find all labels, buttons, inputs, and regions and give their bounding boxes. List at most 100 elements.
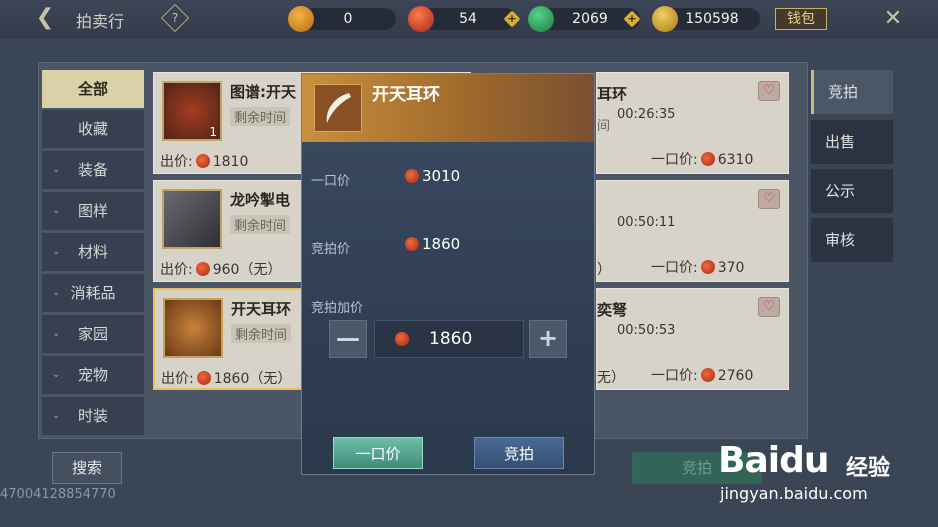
wallet-button[interactable]: 钱包	[775, 8, 827, 30]
currency-red-coin: 54	[420, 8, 516, 30]
category-label: 全部	[77, 80, 108, 98]
coin-icon	[405, 237, 419, 251]
category-label: 图样	[77, 202, 108, 220]
earring-icon	[314, 84, 362, 132]
coin-icon	[700, 152, 715, 166]
tab-label: 出售	[825, 133, 856, 151]
currency-gold-bag-value: 0	[343, 11, 353, 27]
currency-gold-bag: 0	[300, 8, 396, 30]
favorite-heart-icon[interactable]: ♡	[758, 297, 780, 317]
gold-ingot-icon	[652, 6, 678, 32]
category-materials[interactable]: ⌄ 材料	[42, 233, 144, 271]
plus-icon: +	[507, 12, 517, 25]
bid-price: 出价: 1810	[160, 151, 248, 171]
category-label: 装备	[77, 161, 108, 179]
chevron-down-icon: ⌄	[52, 328, 61, 339]
time-left-label: 剩余时间	[231, 324, 292, 343]
listing-card[interactable]: 耳环 间 00:26:35 一口价: 6310 ♡	[596, 72, 789, 174]
chevron-down-icon: ⌄	[52, 164, 61, 175]
buyout-price: 一口价: 2760	[651, 365, 753, 385]
jade-coin-icon	[528, 6, 554, 32]
tab-public[interactable]: 公示	[811, 169, 893, 213]
item-thumbnail	[163, 298, 223, 358]
item-name: 开天耳环	[231, 300, 292, 318]
listing-card[interactable]: 00:50:11 ） 一口价: 370 ♡	[596, 180, 789, 282]
coin-icon	[395, 332, 409, 346]
tab-bid[interactable]: 竞拍	[811, 70, 893, 114]
time-left-label: 剩余时间	[230, 107, 291, 126]
add-red-coin-button[interactable]: +	[503, 10, 521, 28]
tab-label: 竞拍	[828, 83, 859, 101]
currency-gold-ingot: 150598	[664, 8, 760, 30]
listing-card[interactable]: 奕弩 00:50:53 无） 一口价: 2760 ♡	[596, 288, 789, 390]
tab-sell[interactable]: 出售	[811, 120, 893, 164]
coin-icon	[195, 262, 210, 276]
close-icon[interactable]: ✕	[878, 4, 908, 34]
dialog-header: 开天耳环	[302, 74, 594, 142]
buyout-button[interactable]: 一口价	[333, 437, 423, 469]
category-equipment[interactable]: ⌄ 装备	[42, 151, 144, 189]
chevron-down-icon: ⌄	[52, 205, 61, 216]
plus-icon: +	[627, 12, 637, 25]
item-name: 耳环	[597, 85, 628, 103]
chevron-down-icon: ⌄	[52, 246, 61, 257]
tab-label: 公示	[825, 182, 856, 200]
item-name: 奕弩	[597, 301, 628, 319]
category-label: 材料	[77, 243, 108, 261]
time-left: 00:26:35	[617, 107, 676, 122]
category-label: 时装	[77, 407, 108, 425]
item-thumbnail: 1	[162, 81, 222, 141]
bid-value: 1810	[212, 154, 249, 170]
place-bid-button[interactable]: 竞拍	[474, 437, 564, 469]
buyout-label: 一口价:	[651, 152, 698, 168]
category-pets[interactable]: ⌄ 宠物	[42, 356, 144, 394]
item-count: 1	[209, 125, 217, 139]
decrease-button[interactable]: —	[329, 320, 367, 358]
category-label: 收藏	[77, 120, 108, 138]
category-fashion[interactable]: ⌄ 时装	[42, 397, 144, 435]
search-button[interactable]: 搜索	[52, 452, 122, 484]
bid-label: 出价:	[160, 154, 193, 170]
buyout-label: 一口价:	[651, 260, 698, 276]
bid-label: 出价:	[161, 371, 194, 387]
category-favorites[interactable]: 收藏	[42, 110, 144, 148]
item-thumbnail	[162, 189, 222, 249]
item-name: 龙吟掣电	[230, 191, 291, 209]
time-left: 00:50:11	[617, 215, 676, 230]
bid-amount-value: 1860	[429, 329, 473, 349]
favorite-heart-icon[interactable]: ♡	[758, 189, 780, 209]
coin-icon	[196, 371, 211, 385]
tab-review[interactable]: 审核	[811, 218, 893, 262]
category-all[interactable]: 全部	[42, 70, 144, 108]
watermark-url: jingyan.baidu.com	[720, 484, 868, 503]
increase-button[interactable]: +	[529, 320, 567, 358]
add-jade-coin-button[interactable]: +	[623, 10, 641, 28]
coin-icon	[700, 260, 715, 274]
currency-red-coin-value: 54	[459, 11, 477, 27]
currency-jade-coin-value: 2069	[572, 11, 608, 27]
buyout-price: 一口价: 370	[651, 257, 744, 277]
category-consumables[interactable]: ⌄ 消耗品	[42, 274, 144, 312]
gold-bag-icon	[288, 6, 314, 32]
buyout-value: 6310	[717, 152, 754, 168]
bid-amount-input[interactable]: 1860	[374, 320, 524, 358]
favorite-heart-icon[interactable]: ♡	[758, 81, 780, 101]
help-icon: ?	[171, 11, 179, 25]
category-home[interactable]: ⌄ 家园	[42, 315, 144, 353]
category-label: 消耗品	[70, 284, 116, 302]
bid-price: 出价: 1860（无）	[161, 368, 291, 388]
buyout-label: 一口价:	[651, 368, 698, 384]
chevron-down-icon: ⌄	[52, 410, 61, 421]
buyout-price: 一口价: 6310	[651, 149, 753, 169]
buyout-value: 370	[717, 260, 745, 276]
buyout-price: 3010	[402, 167, 460, 185]
bid-value: 960（无）	[212, 262, 282, 278]
item-name: 图谱:开天	[230, 83, 296, 101]
time-left: 00:50:53	[617, 323, 676, 338]
back-arrow-icon[interactable]: ❮	[30, 3, 60, 33]
bid-value-tail: 无）	[597, 370, 625, 386]
buyout-value: 2760	[717, 368, 754, 384]
bid-dialog: 开天耳环 一口价 3010 竞拍价 1860 竞拍加价 — 1860 + 一口价…	[301, 73, 595, 475]
category-patterns[interactable]: ⌄ 图样	[42, 192, 144, 230]
bid-value: 1860（无）	[213, 371, 292, 387]
